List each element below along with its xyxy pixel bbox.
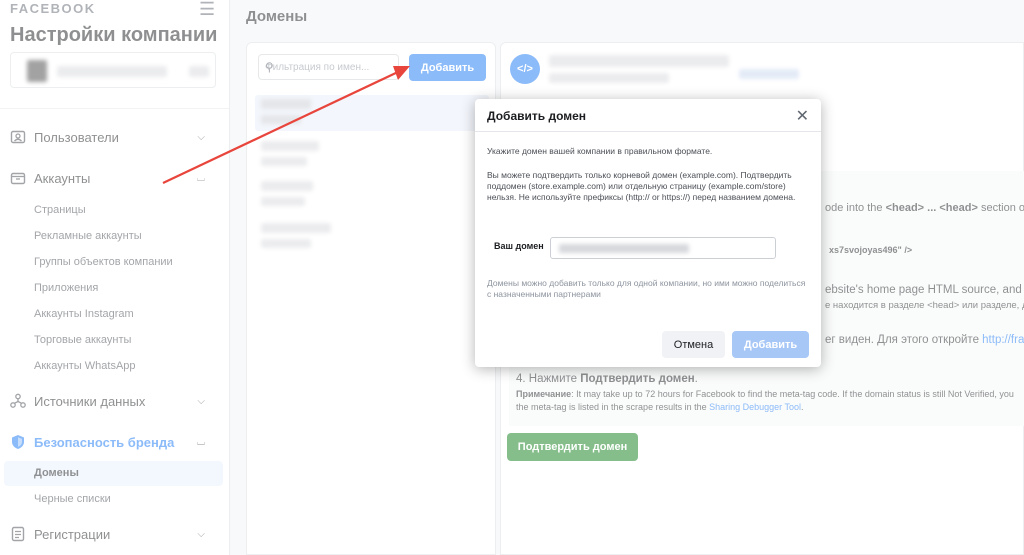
dialog-title: Добавить домен <box>487 109 587 123</box>
cancel-button[interactable]: Отмена <box>662 331 725 358</box>
divider <box>475 131 821 132</box>
domain-value-redacted <box>559 244 689 253</box>
dialog-instruction: Укажите домен вашей компании в правильно… <box>487 146 713 156</box>
domain-field[interactable] <box>550 237 776 259</box>
add-domain-dialog: Добавить домен ✕ Укажите домен вашей ком… <box>475 99 821 367</box>
close-icon[interactable]: ✕ <box>796 106 809 126</box>
dialog-rules: Вы можете подтвердить только корневой до… <box>487 170 796 202</box>
domain-field-label: Ваш домен <box>494 241 544 251</box>
dialog-note: Домены можно добавить только для одной к… <box>487 278 806 299</box>
add-button[interactable]: Добавить <box>732 331 809 358</box>
